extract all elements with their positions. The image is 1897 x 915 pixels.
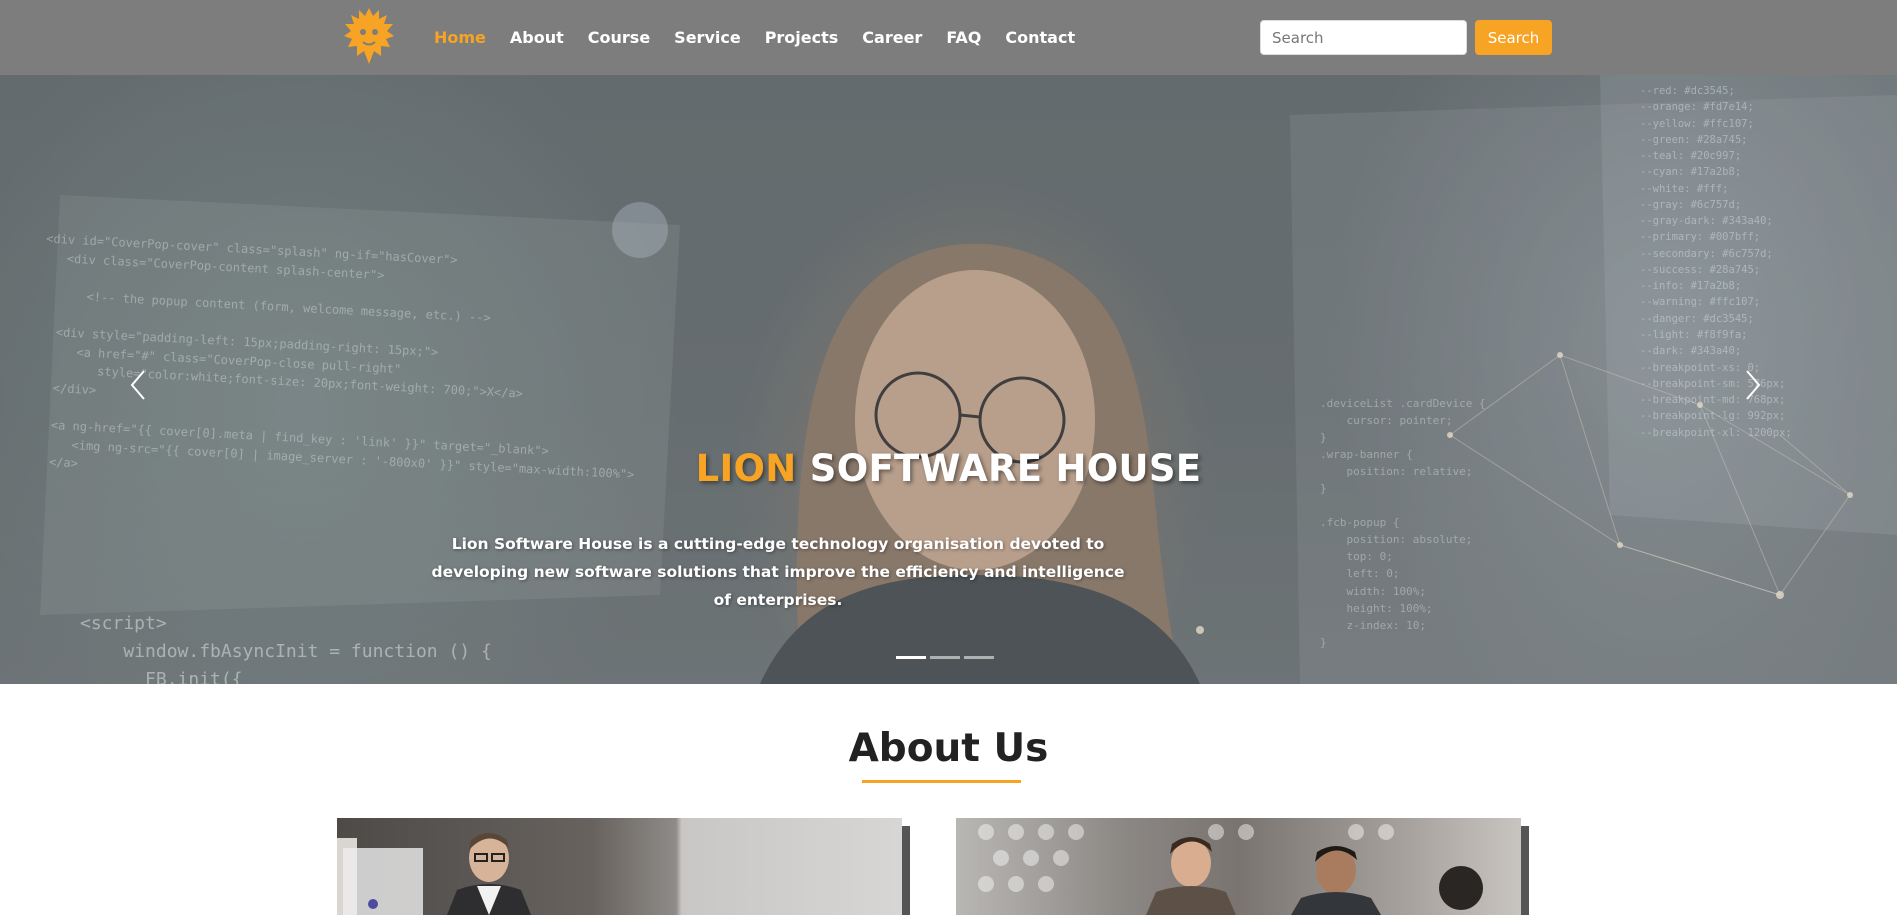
about-image-left bbox=[337, 818, 902, 915]
team-meeting-photo bbox=[978, 824, 1483, 915]
hero-title-rest: SOFTWARE HOUSE bbox=[809, 447, 1202, 490]
about-image-right-shadow bbox=[1521, 826, 1529, 915]
lion-logo-icon[interactable] bbox=[341, 6, 397, 66]
nav-link-home[interactable]: Home bbox=[434, 28, 486, 47]
search-input[interactable] bbox=[1260, 20, 1467, 55]
nav-link-faq[interactable]: FAQ bbox=[946, 28, 981, 47]
nav-link-about[interactable]: About bbox=[510, 28, 564, 47]
nav-link-service[interactable]: Service bbox=[674, 28, 741, 47]
nav-link-career[interactable]: Career bbox=[862, 28, 922, 47]
chevron-left-icon[interactable] bbox=[124, 365, 154, 405]
about-title-underline bbox=[862, 780, 1021, 783]
carousel-indicators bbox=[896, 656, 998, 659]
carousel-indicator-1[interactable] bbox=[896, 656, 926, 659]
presenter-photo bbox=[337, 833, 531, 915]
hero-title-accent: LION bbox=[695, 447, 797, 490]
about-section-title: About Us bbox=[848, 726, 1049, 771]
main-nav: Home About Course Service Projects Caree… bbox=[434, 0, 1099, 75]
carousel-indicator-2[interactable] bbox=[930, 656, 960, 659]
carousel-indicator-3[interactable] bbox=[964, 656, 994, 659]
nav-link-contact[interactable]: Contact bbox=[1005, 28, 1075, 47]
search-button[interactable]: Search bbox=[1475, 20, 1552, 55]
chevron-right-icon[interactable] bbox=[1737, 365, 1767, 405]
nav-link-projects[interactable]: Projects bbox=[765, 28, 839, 47]
hero-carousel: <div id="CoverPop-cover" class="splash" … bbox=[0, 75, 1897, 684]
about-image-right bbox=[956, 818, 1521, 915]
hero-description: Lion Software House is a cutting-edge te… bbox=[431, 535, 1125, 609]
hero-title: LION SOFTWARE HOUSE bbox=[0, 447, 1897, 490]
navbar: Home About Course Service Projects Caree… bbox=[0, 0, 1897, 75]
nav-link-course[interactable]: Course bbox=[588, 28, 650, 47]
about-image-left-shadow bbox=[902, 826, 910, 915]
